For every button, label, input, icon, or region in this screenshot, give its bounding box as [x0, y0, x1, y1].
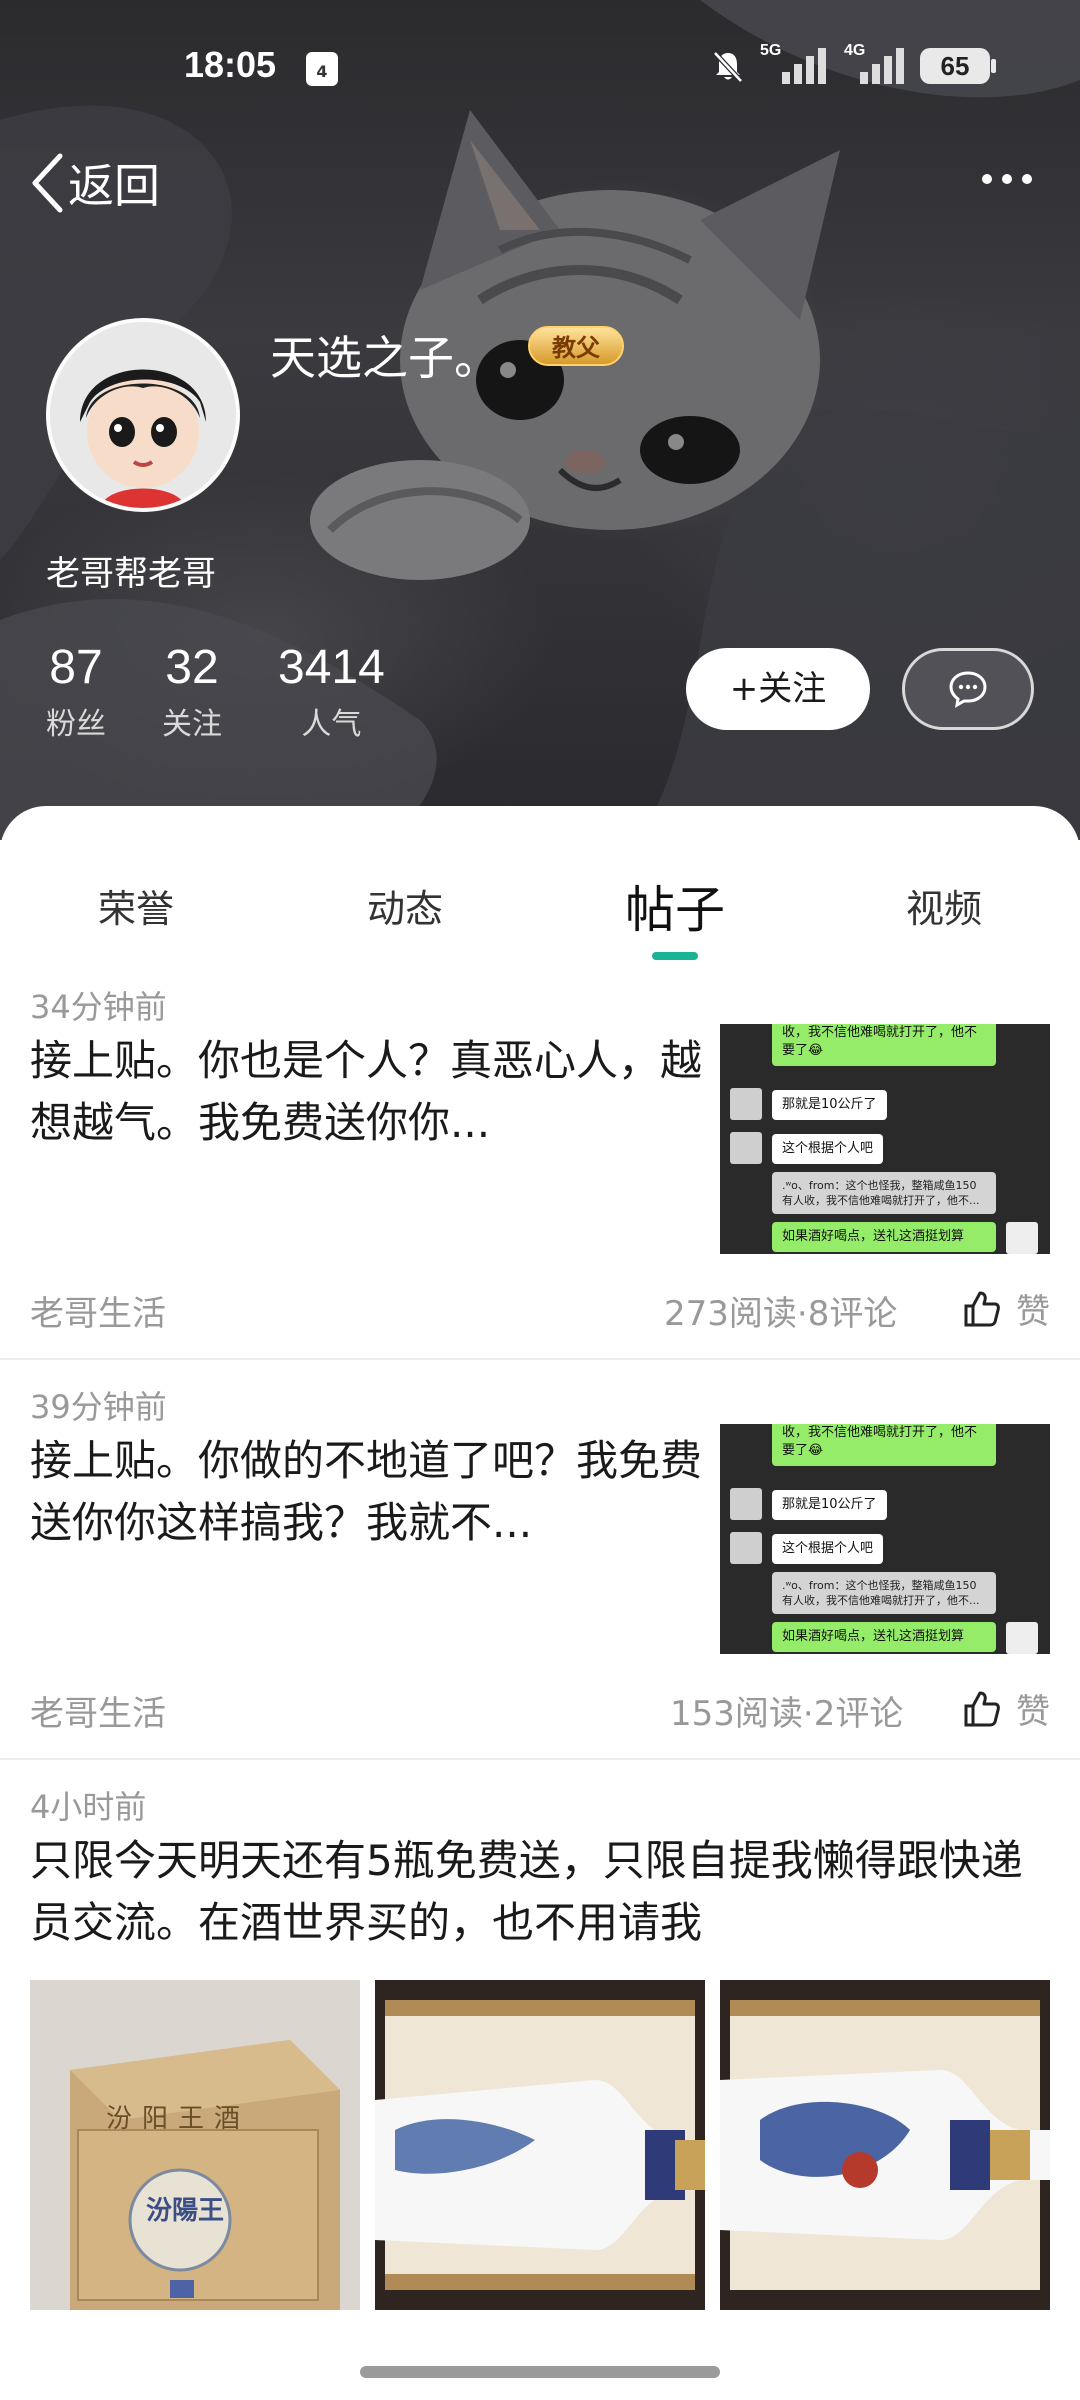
signal-4g-icon: 4G: [844, 42, 906, 86]
status-bar: 18:05 4 5G 4G 65: [0, 0, 1080, 130]
chat-bubble: .ʷo、from：这个也怪我，整箱咸鱼150有人收，我不信他难喝就打开了，他不.…: [772, 1172, 996, 1214]
post-source[interactable]: 老哥生活: [30, 1686, 166, 1735]
post-photo-box[interactable]: 汾阳王酒 汾陽王: [30, 1980, 360, 2310]
chat-bubble: 这个根据个人吧: [772, 1534, 884, 1564]
post-title: 只限今天明天还有5瓶免费送，只限自提我懒得跟快递员交流。在酒世界买的，也不用请我: [30, 1836, 1023, 1947]
chat-bubble: .ʷo、from：这个也怪我，整箱咸鱼150有人收，我不信他难喝就打开了，他不.…: [772, 1572, 996, 1614]
chat-avatar: [730, 1532, 762, 1564]
more-options-button[interactable]: [982, 174, 1032, 184]
battery-indicator: 65: [920, 48, 996, 84]
chat-bubble: 那就是10公斤了: [772, 1090, 887, 1120]
thumbs-up-icon: [964, 1291, 1000, 1326]
profile-tabs: 荣誉 动态 帖子 视频: [0, 878, 1080, 958]
post-item[interactable]: 34分钟前 接上贴。你也是个人？真恶心人，越想越气。我免费送你你... 收，我不…: [0, 980, 1080, 1360]
post-source[interactable]: 老哥生活: [30, 1286, 166, 1335]
tab-posts[interactable]: 帖子: [625, 870, 725, 942]
tab-activity[interactable]: 动态: [367, 878, 443, 933]
stat-fans[interactable]: 87 粉丝: [46, 640, 106, 743]
chat-avatar: [1006, 1622, 1038, 1654]
chat-bubble: 这个根据个人吧: [772, 1134, 884, 1164]
chat-bubble-icon: [949, 671, 987, 708]
post-title: 接上贴。你做的不地道了吧？我免费送你你这样搞我？我就不...: [30, 1436, 703, 1547]
post-thumbnail[interactable]: 收，我不信他难喝就打开了，他不要了😂 那就是10公斤了 这个根据个人吧 .ʷo、…: [720, 1424, 1050, 1654]
active-tab-indicator: [652, 952, 698, 960]
post-photo-bottle-label[interactable]: [720, 1980, 1050, 2310]
back-label: 返回: [68, 159, 160, 213]
notification-badge: 4: [306, 52, 338, 86]
like-label: 赞: [1016, 1292, 1050, 1332]
post-item[interactable]: 4小时前 只限今天明天还有5瓶免费送，只限自提我懒得跟快递员交流。在酒世界买的，…: [0, 1780, 1080, 2360]
signal-5g-icon: 5G: [760, 42, 830, 86]
back-button[interactable]: 返回: [30, 150, 160, 216]
chat-avatar: [1006, 1222, 1038, 1254]
stat-following[interactable]: 32 关注: [162, 640, 222, 743]
post-meta: 273阅读·8评论: [664, 1294, 898, 1334]
bottle-image: [375, 1980, 705, 2310]
post-item[interactable]: 39分钟前 接上贴。你做的不地道了吧？我免费送你你这样搞我？我就不... 收，我…: [0, 1380, 1080, 1760]
stat-value: 3414: [278, 641, 385, 694]
chat-bubble: 那就是10公斤了: [772, 1490, 887, 1520]
status-time: 18:05: [184, 44, 277, 85]
rank-badge[interactable]: 教父: [528, 326, 624, 366]
box-label-text: 汾阳王酒: [106, 2104, 251, 2134]
mute-bell-icon: [713, 51, 743, 83]
more-dot-icon: [982, 174, 992, 184]
avatar-cartoon-image: [50, 322, 236, 508]
stat-label: 人气: [301, 707, 362, 742]
like-button[interactable]: 赞: [962, 1284, 1050, 1333]
post-time: 34分钟前: [30, 988, 167, 1026]
tab-honors[interactable]: 荣誉: [98, 878, 174, 933]
system-icons: 5G 4G 65: [710, 42, 996, 86]
follow-button[interactable]: +关注: [686, 648, 870, 730]
chat-bubble: 如果酒好喝点，送礼这酒挺划算: [772, 1622, 996, 1652]
stat-value: 87: [49, 641, 103, 694]
stat-label: 关注: [162, 707, 222, 742]
chevron-left-icon: [32, 153, 63, 213]
chat-avatar: [730, 1132, 762, 1164]
thumbs-up-icon: [964, 1691, 1000, 1726]
like-label: 赞: [1016, 1692, 1050, 1732]
post-time: 39分钟前: [30, 1388, 167, 1426]
tab-videos[interactable]: 视频: [906, 878, 982, 933]
profile-username: 天选之子。: [270, 331, 500, 385]
post-photo-bottle[interactable]: [375, 1980, 705, 2310]
post-title: 接上贴。你也是个人？真恶心人，越想越气。我免费送你你...: [30, 1036, 703, 1147]
chat-bubble: 如果酒好喝点，送礼这酒挺划算: [772, 1222, 996, 1252]
stat-value: 32: [165, 641, 219, 694]
like-button[interactable]: 赞: [962, 1684, 1050, 1733]
wine-box-image: [30, 1980, 360, 2310]
home-indicator[interactable]: [360, 2366, 720, 2378]
chat-avatar: [730, 1488, 762, 1520]
more-dot-icon: [1002, 174, 1012, 184]
chat-avatar: [730, 1088, 762, 1120]
box-brand-text: 汾陽王: [146, 2196, 225, 2226]
more-dot-icon: [1022, 174, 1032, 184]
profile-stats: 87 粉丝 32 关注 3414 人气: [46, 640, 385, 743]
post-thumbnail[interactable]: 收，我不信他难喝就打开了，他不要了😂 那就是10公斤了 这个根据个人吧 .ʷo、…: [720, 1024, 1050, 1254]
message-button[interactable]: [902, 648, 1034, 730]
chat-bubble: 收，我不信他难喝就打开了，他不要了😂: [772, 1024, 996, 1066]
stat-popularity: 3414 人气: [278, 640, 385, 743]
post-divider: [0, 1358, 1080, 1360]
post-time: 4小时前: [30, 1788, 147, 1826]
avatar[interactable]: [46, 318, 240, 512]
profile-signature: 老哥帮老哥: [46, 554, 216, 594]
post-divider: [0, 1758, 1080, 1760]
stat-label: 粉丝: [46, 707, 106, 742]
post-meta: 153阅读·2评论: [670, 1694, 904, 1734]
chat-bubble: 收，我不信他难喝就打开了，他不要了😂: [772, 1424, 996, 1466]
bottle-label-image: [720, 1980, 1050, 2310]
